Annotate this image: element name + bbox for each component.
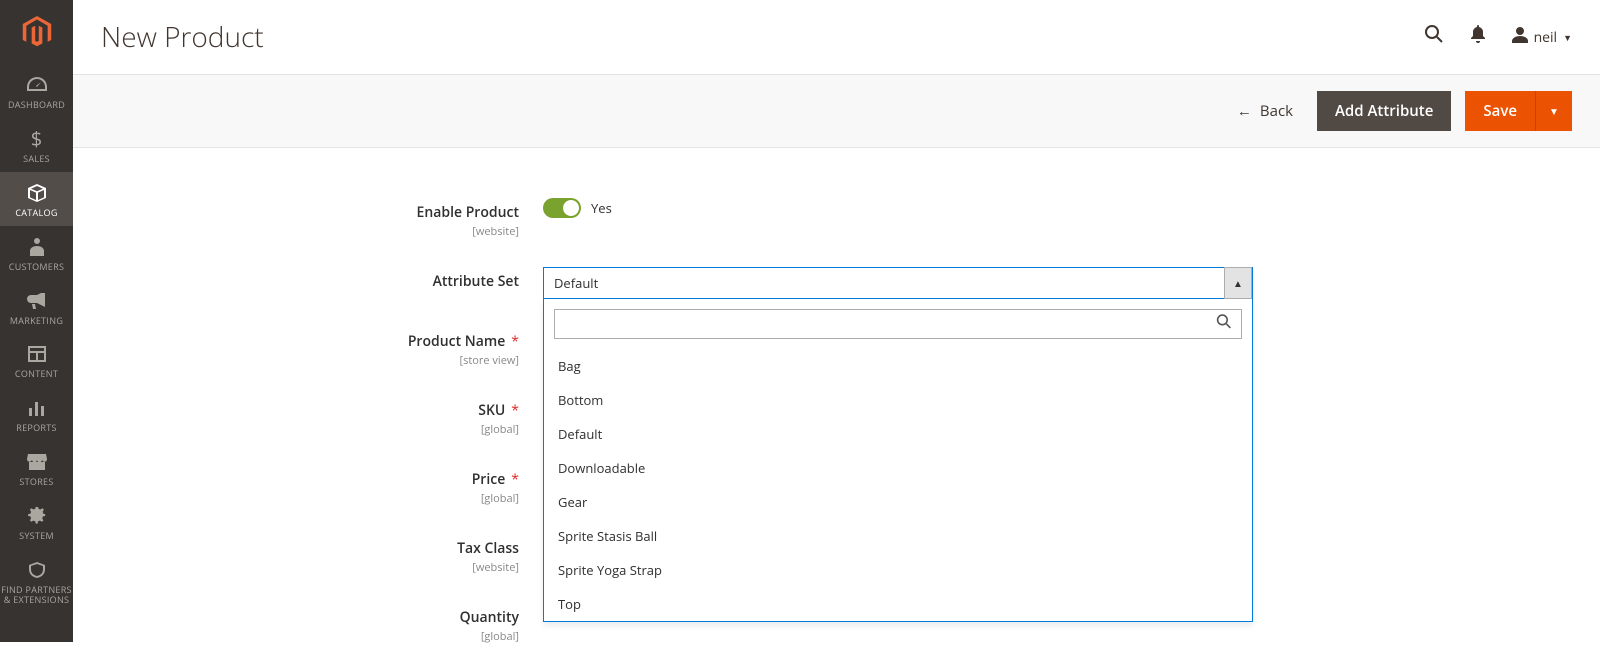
sidebar-item-content[interactable]: CONTENT bbox=[0, 333, 73, 387]
label-wrap: Attribute Set bbox=[101, 267, 543, 291]
field-label: Quantity bbox=[460, 608, 519, 627]
field-label: SKU bbox=[478, 401, 505, 420]
sidebar-item-reports[interactable]: REPORTS bbox=[0, 387, 73, 441]
sidebar-item-label: SYSTEM bbox=[19, 531, 54, 541]
action-bar: ← Back Add Attribute Save ▼ bbox=[73, 74, 1600, 148]
field-scope: [website] bbox=[101, 560, 519, 575]
page-title: New Product bbox=[101, 18, 264, 56]
field-scope: [store view] bbox=[101, 353, 519, 368]
user-name: neil bbox=[1534, 28, 1558, 47]
sidebar-item-partners[interactable]: FIND PARTNERS & EXTENSIONS bbox=[0, 549, 73, 613]
gear-icon bbox=[28, 505, 46, 527]
attribute-set-option[interactable]: Default bbox=[544, 417, 1252, 451]
caret-up-icon: ▲ bbox=[1233, 276, 1243, 290]
bars-icon bbox=[28, 397, 46, 419]
save-dropdown-toggle[interactable]: ▼ bbox=[1535, 91, 1572, 131]
sidebar-item-label: CUSTOMERS bbox=[9, 262, 64, 272]
attribute-set-option[interactable]: Bag bbox=[544, 349, 1252, 383]
megaphone-icon bbox=[27, 290, 47, 312]
field-label: Price bbox=[472, 470, 506, 489]
sidebar-item-sales[interactable]: $ SALES bbox=[0, 118, 73, 172]
toggle-value-label: Yes bbox=[591, 199, 612, 217]
field-label: Product Name bbox=[408, 332, 505, 351]
sidebar-item-label: DASHBOARD bbox=[8, 100, 65, 110]
caret-down-icon: ▼ bbox=[1563, 31, 1572, 44]
magento-logo[interactable] bbox=[0, 0, 73, 64]
combo-toggle[interactable]: ▲ bbox=[1224, 267, 1252, 299]
sidebar-item-system[interactable]: SYSTEM bbox=[0, 495, 73, 549]
label-wrap: Tax Class [website] bbox=[101, 534, 543, 575]
page-header: New Product neil ▼ bbox=[73, 0, 1600, 66]
sidebar-item-dashboard[interactable]: DASHBOARD bbox=[0, 64, 73, 118]
attribute-set-option[interactable]: Gear bbox=[544, 485, 1252, 519]
back-button[interactable]: ← Back bbox=[1237, 101, 1293, 121]
field-label: Enable Product bbox=[417, 203, 519, 222]
sidebar-item-catalog[interactable]: CATALOG bbox=[0, 172, 73, 226]
attribute-set-option[interactable]: Downloadable bbox=[544, 451, 1252, 485]
sidebar-item-label: SALES bbox=[23, 154, 50, 164]
search-icon[interactable] bbox=[1424, 24, 1444, 50]
header-actions: neil ▼ bbox=[1424, 24, 1572, 50]
dollar-icon: $ bbox=[31, 128, 42, 150]
gauge-icon bbox=[27, 74, 47, 96]
arrow-left-icon: ← bbox=[1237, 101, 1252, 121]
admin-sidebar: DASHBOARD $ SALES CATALOG CUSTOMERS MARK… bbox=[0, 0, 73, 642]
save-button-group: Save ▼ bbox=[1465, 91, 1572, 131]
label-wrap: Quantity [global] bbox=[101, 603, 543, 644]
bell-icon[interactable] bbox=[1470, 25, 1486, 49]
required-star: * bbox=[511, 470, 519, 489]
sidebar-item-label: STORES bbox=[19, 477, 53, 487]
layout-icon bbox=[28, 343, 46, 365]
control-wrap: Yes bbox=[543, 198, 1253, 218]
field-label: Tax Class bbox=[457, 539, 519, 558]
person-icon bbox=[30, 236, 44, 258]
attribute-set-option[interactable]: Top bbox=[544, 587, 1252, 621]
product-form: Enable Product [website] Yes Attribute S… bbox=[73, 148, 1600, 668]
label-wrap: Price * [global] bbox=[101, 465, 543, 506]
user-menu[interactable]: neil ▼ bbox=[1512, 26, 1572, 48]
field-scope: [global] bbox=[101, 491, 519, 506]
add-attribute-button[interactable]: Add Attribute bbox=[1317, 91, 1451, 131]
attribute-set-selected: Default bbox=[554, 274, 1242, 292]
save-button[interactable]: Save bbox=[1465, 91, 1535, 131]
attribute-set-dropdown: Bag Bottom Default Downloadable Gear Spr… bbox=[543, 299, 1253, 622]
toggle-knob bbox=[563, 200, 579, 216]
row-attribute-set: Attribute Set Default ▲ Bag Bottom Defau… bbox=[101, 267, 1572, 299]
label-wrap: Enable Product [website] bbox=[101, 198, 543, 239]
caret-down-icon: ▼ bbox=[1549, 104, 1559, 118]
attribute-set-option[interactable]: Sprite Stasis Ball bbox=[544, 519, 1252, 553]
required-star: * bbox=[511, 401, 519, 420]
enable-product-toggle[interactable] bbox=[543, 198, 581, 218]
partners-icon bbox=[27, 559, 47, 581]
control-wrap: Default ▲ Bag Bottom Default Downloadabl… bbox=[543, 267, 1253, 299]
sidebar-item-stores[interactable]: STORES bbox=[0, 441, 73, 495]
sidebar-item-label: FIND PARTNERS & EXTENSIONS bbox=[0, 585, 73, 605]
field-label: Attribute Set bbox=[433, 272, 519, 291]
attribute-set-option[interactable]: Sprite Yoga Strap bbox=[544, 553, 1252, 587]
box-icon bbox=[27, 182, 47, 204]
sidebar-item-customers[interactable]: CUSTOMERS bbox=[0, 226, 73, 280]
attribute-set-option[interactable]: Bottom bbox=[544, 383, 1252, 417]
magento-logo-icon bbox=[21, 16, 53, 48]
main-content: New Product neil ▼ ← Back Add Attribute … bbox=[73, 0, 1600, 668]
label-wrap: SKU * [global] bbox=[101, 396, 543, 437]
required-star: * bbox=[511, 332, 519, 351]
row-enable-product: Enable Product [website] Yes bbox=[101, 198, 1572, 239]
sidebar-item-label: CONTENT bbox=[15, 369, 58, 379]
attribute-set-options: Bag Bottom Default Downloadable Gear Spr… bbox=[544, 349, 1252, 621]
attribute-set-select[interactable]: Default ▲ bbox=[543, 267, 1253, 299]
sidebar-item-marketing[interactable]: MARKETING bbox=[0, 280, 73, 334]
field-scope: [website] bbox=[101, 224, 519, 239]
sidebar-item-label: MARKETING bbox=[10, 316, 63, 326]
avatar-icon bbox=[1512, 26, 1528, 48]
back-label: Back bbox=[1260, 101, 1293, 121]
field-scope: [global] bbox=[101, 422, 519, 437]
store-icon bbox=[27, 451, 47, 473]
sidebar-item-label: REPORTS bbox=[16, 423, 57, 433]
attribute-set-search-input[interactable] bbox=[554, 309, 1242, 339]
label-wrap: Product Name * [store view] bbox=[101, 327, 543, 368]
sidebar-item-label: CATALOG bbox=[15, 208, 57, 218]
